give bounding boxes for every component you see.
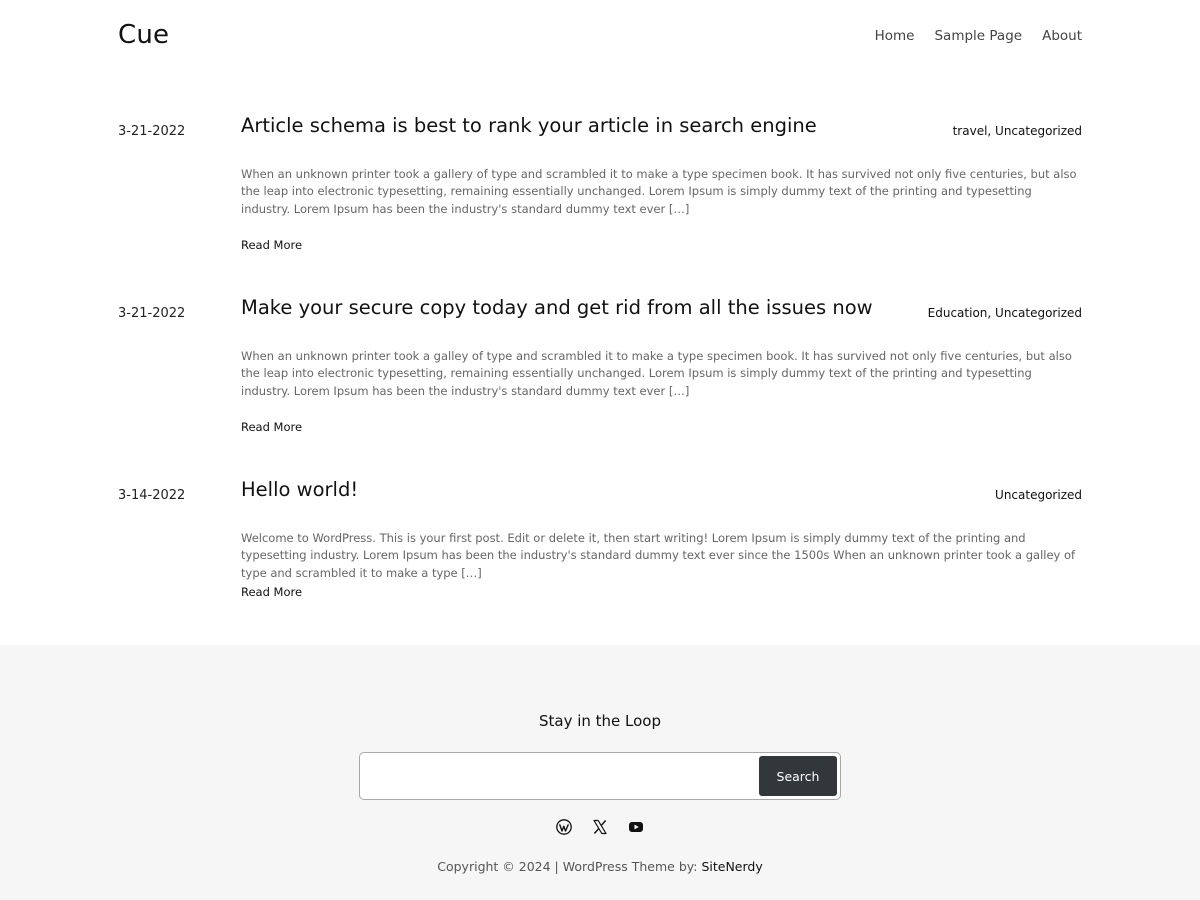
category-link[interactable]: Uncategorized bbox=[995, 124, 1082, 138]
search-form: Search bbox=[359, 752, 841, 800]
post-title[interactable]: Article schema is best to rank your arti… bbox=[241, 114, 817, 137]
read-more-link[interactable]: Read More bbox=[241, 238, 302, 252]
main-nav: Home Sample Page About bbox=[875, 28, 1082, 44]
post-categories: travel, Uncategorized bbox=[952, 124, 1082, 138]
category-link[interactable]: Education bbox=[928, 306, 988, 320]
x-icon[interactable] bbox=[592, 819, 608, 835]
category-link[interactable]: Uncategorized bbox=[995, 488, 1082, 502]
copyright-text: Copyright © 2024 | WordPress Theme by: bbox=[437, 859, 702, 874]
search-input[interactable] bbox=[363, 756, 753, 796]
post-categories: Uncategorized bbox=[995, 488, 1082, 502]
category-link[interactable]: travel bbox=[953, 124, 988, 138]
post-title[interactable]: Make your secure copy today and get rid … bbox=[241, 296, 873, 319]
nav-item-about[interactable]: About bbox=[1042, 28, 1082, 44]
category-link[interactable]: Uncategorized bbox=[995, 306, 1082, 320]
site-footer: Stay in the Loop Search Copyright © 2024… bbox=[0, 645, 1200, 900]
post-excerpt: When an unknown printer took a gallery o… bbox=[241, 167, 1077, 216]
social-links bbox=[0, 819, 1200, 835]
post-excerpt: When an unknown printer took a galley of… bbox=[241, 349, 1072, 398]
footer-heading: Stay in the Loop bbox=[538, 712, 662, 730]
youtube-icon[interactable] bbox=[628, 819, 644, 835]
site-header: Cue Home Sample Page About bbox=[0, 0, 1200, 72]
nav-item-sample-page[interactable]: Sample Page bbox=[934, 28, 1022, 44]
copyright: Copyright © 2024 | WordPress Theme by: S… bbox=[0, 859, 1200, 874]
nav-item-home[interactable]: Home bbox=[875, 28, 915, 44]
post-date: 3-21-2022 bbox=[118, 306, 186, 321]
read-more-link[interactable]: Read More bbox=[241, 420, 302, 434]
read-more-link[interactable]: Read More bbox=[241, 585, 302, 599]
post-date: 3-21-2022 bbox=[118, 124, 186, 139]
wordpress-icon[interactable] bbox=[556, 819, 572, 835]
post-categories: Education, Uncategorized bbox=[927, 306, 1082, 320]
site-title[interactable]: Cue bbox=[118, 20, 169, 50]
theme-author-link[interactable]: SiteNerdy bbox=[701, 859, 762, 874]
post-title[interactable]: Hello world! bbox=[241, 478, 358, 501]
post-excerpt: Welcome to WordPress. This is your first… bbox=[241, 531, 1076, 580]
post-date: 3-14-2022 bbox=[118, 488, 186, 503]
search-button[interactable]: Search bbox=[759, 756, 837, 796]
